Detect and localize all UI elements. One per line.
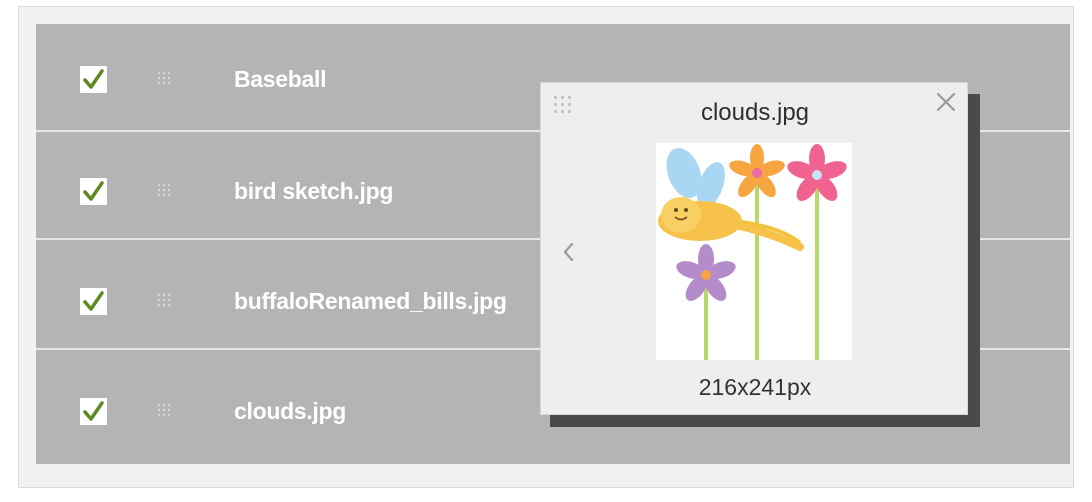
checkmark-icon — [83, 291, 104, 311]
drag-handle-icon[interactable] — [157, 183, 171, 197]
file-name[interactable]: clouds.jpg — [234, 398, 346, 425]
chevron-left-icon[interactable] — [559, 237, 579, 267]
checkbox[interactable] — [80, 398, 107, 425]
drag-handle-icon[interactable] — [157, 71, 171, 85]
drag-handle-icon[interactable] — [157, 403, 171, 417]
file-name[interactable]: buffaloRenamed_bills.jpg — [234, 288, 507, 315]
close-icon[interactable] — [933, 89, 959, 115]
drag-handle-icon[interactable] — [157, 293, 171, 307]
file-name[interactable]: Baseball — [234, 66, 327, 93]
checkmark-icon — [83, 181, 104, 201]
checkbox[interactable] — [80, 178, 107, 205]
checkmark-icon — [83, 69, 104, 89]
preview-title: clouds.jpg — [700, 99, 810, 126]
preview-image — [656, 143, 852, 360]
checkbox[interactable] — [80, 66, 107, 93]
flowers-illustration — [656, 143, 852, 360]
image-dimensions: 216x241px — [698, 374, 812, 400]
file-name[interactable]: bird sketch.jpg — [234, 178, 393, 205]
checkmark-icon — [83, 401, 104, 421]
checkbox[interactable] — [80, 288, 107, 315]
image-preview-popup: clouds.jpg 216x241px — [540, 82, 968, 415]
